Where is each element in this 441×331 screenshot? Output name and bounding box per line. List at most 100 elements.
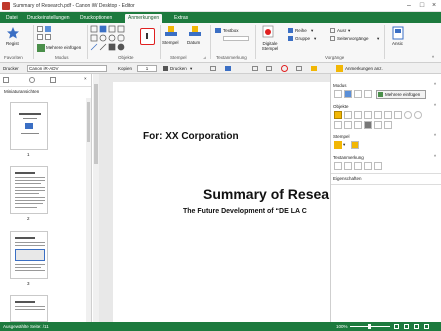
rp-text-annotation-icon[interactable] bbox=[334, 162, 342, 170]
select-mode-icon[interactable] bbox=[37, 26, 43, 32]
rp-line-tool-icon[interactable] bbox=[384, 111, 392, 119]
redo-icon[interactable] bbox=[266, 66, 272, 71]
panel-section-stempel: Stempel bbox=[333, 134, 350, 139]
highlighted-tool-button[interactable] bbox=[140, 28, 155, 45]
rp-text-tool-icon[interactable] bbox=[334, 111, 342, 119]
anmerkungen-anzeigen-button[interactable]: Anmerkungen anz. bbox=[345, 66, 383, 71]
save-icon[interactable] bbox=[225, 66, 231, 71]
rp-marker-tool-icon[interactable] bbox=[344, 121, 352, 129]
rp-circle-tool-icon[interactable] bbox=[414, 111, 422, 119]
maximize-button[interactable]: □ bbox=[416, 1, 428, 11]
two-page-icon[interactable] bbox=[424, 324, 429, 329]
rp-textbox-tool-icon[interactable] bbox=[364, 111, 372, 119]
comments-tab-icon[interactable] bbox=[29, 77, 35, 83]
close-button[interactable]: × bbox=[428, 1, 440, 11]
printer-select[interactable]: Canon iR-ADV bbox=[27, 65, 107, 72]
rp-polygon-tool-icon[interactable] bbox=[354, 121, 362, 129]
cut-icon[interactable] bbox=[281, 65, 288, 72]
rp-replace-text-icon[interactable] bbox=[374, 162, 382, 170]
rp-stamp-icon[interactable] bbox=[334, 141, 342, 149]
annotation-panel: Modus ^ Mehrere einfügen Objekte ^ Stemp… bbox=[330, 74, 441, 322]
reihe-icon bbox=[288, 28, 293, 33]
fit-page-icon[interactable] bbox=[394, 324, 399, 329]
text-style-select[interactable] bbox=[223, 36, 249, 41]
rp-fill-tool-icon[interactable] bbox=[364, 121, 372, 129]
hand-mode-icon[interactable] bbox=[45, 26, 51, 32]
rp-strikethrough-icon[interactable] bbox=[354, 162, 362, 170]
rp-text-select-icon[interactable] bbox=[354, 90, 362, 98]
rp-highlight-icon[interactable] bbox=[364, 162, 372, 170]
collapse-ribbon-icon[interactable]: ^ bbox=[432, 55, 434, 60]
rp-mehrere-einfuegen-button[interactable]: Mehrere einfügen bbox=[376, 90, 426, 99]
thumbnail-page-2[interactable] bbox=[10, 166, 48, 214]
rp-stamp-dropdown-icon[interactable]: ▾ bbox=[343, 142, 345, 148]
seitenvorgaenge-dropdown-icon[interactable]: ▾ bbox=[377, 36, 379, 42]
digitale-stempel-button[interactable] bbox=[261, 25, 275, 39]
copies-input[interactable]: 1 bbox=[137, 65, 157, 72]
datum-button[interactable]: Datum bbox=[187, 25, 202, 45]
rp-date-stamp-icon[interactable] bbox=[351, 141, 359, 149]
text-select-icon[interactable] bbox=[37, 34, 43, 40]
paste-icon[interactable] bbox=[311, 66, 317, 71]
annotation-select-icon[interactable] bbox=[45, 34, 51, 40]
close-panel-icon[interactable]: × bbox=[84, 76, 87, 81]
thumbnail-page-4[interactable] bbox=[10, 295, 48, 322]
fit-width-icon[interactable] bbox=[404, 324, 409, 329]
seitenvorgaenge-button[interactable]: Seitenvorgänge bbox=[337, 36, 369, 41]
group-label-stempel: Stempel bbox=[170, 55, 187, 60]
collapse-textanmerkung-icon[interactable]: ^ bbox=[434, 154, 436, 159]
panel-divider bbox=[0, 86, 91, 87]
rp-note-tool-icon[interactable] bbox=[344, 111, 352, 119]
drucken-button[interactable]: Drucken bbox=[170, 66, 187, 71]
rp-select-mode-icon[interactable] bbox=[334, 90, 342, 98]
ausr-button[interactable]: Ausr bbox=[337, 28, 346, 33]
rp-ellipse-tool-icon[interactable] bbox=[404, 111, 412, 119]
tab-anmerkungen[interactable]: Anmerkungen bbox=[125, 14, 163, 23]
collapse-stempel-icon[interactable]: ^ bbox=[434, 133, 436, 138]
thumbnail-page-1[interactable] bbox=[10, 102, 48, 150]
undo-icon[interactable] bbox=[252, 66, 258, 71]
rp-font-tool-icon[interactable] bbox=[354, 111, 362, 119]
collapse-objekte-icon[interactable]: ^ bbox=[434, 103, 436, 108]
minimize-button[interactable]: – bbox=[403, 1, 415, 11]
single-page-icon[interactable] bbox=[414, 324, 419, 329]
reihe-button[interactable]: Reihe bbox=[295, 28, 307, 33]
document-scrollbar-thumb[interactable] bbox=[94, 84, 98, 164]
thumbnail-scrollbar-thumb[interactable] bbox=[87, 102, 90, 142]
rp-eraser-tool-icon[interactable] bbox=[374, 121, 382, 129]
thumbnail-page-3[interactable] bbox=[10, 231, 48, 279]
rp-callout-tool-icon[interactable] bbox=[374, 111, 382, 119]
tab-extras[interactable]: Extras bbox=[171, 14, 191, 23]
tab-druckeinstellungen[interactable]: Druckeinstellungen bbox=[24, 14, 73, 23]
collapse-modus-icon[interactable]: ^ bbox=[434, 82, 436, 87]
thumbnail-page-number: 2 bbox=[27, 216, 30, 221]
gruppe-dropdown-icon[interactable]: ▾ bbox=[314, 36, 316, 42]
rp-annotation-select-icon[interactable] bbox=[364, 90, 372, 98]
thumbnails-tab-icon[interactable] bbox=[3, 77, 9, 83]
bookmarks-tab-icon[interactable] bbox=[50, 77, 56, 83]
reihe-dropdown-icon[interactable]: ▾ bbox=[311, 28, 313, 34]
thumbnail-scrollbar[interactable] bbox=[86, 98, 91, 322]
rp-hand-mode-icon[interactable] bbox=[344, 90, 352, 98]
dialog-launcher-icon[interactable]: ⊿ bbox=[203, 55, 206, 60]
rp-link-tool-icon[interactable] bbox=[384, 121, 392, 129]
stempel-button[interactable]: Stempel bbox=[162, 25, 179, 45]
tab-druckoptionen[interactable]: Druckoptionen bbox=[77, 14, 115, 23]
copy-icon[interactable] bbox=[296, 66, 302, 71]
textbox-button[interactable]: Textbox bbox=[223, 28, 239, 33]
document-page[interactable]: For: XX Corporation Summary of Resea The… bbox=[113, 82, 330, 322]
app-icon bbox=[2, 2, 10, 10]
rp-pen-tool-icon[interactable] bbox=[334, 121, 342, 129]
rp-rectangle-tool-icon[interactable] bbox=[394, 111, 402, 119]
open-icon[interactable] bbox=[210, 66, 216, 71]
ansicht-button[interactable]: Ansic bbox=[392, 26, 404, 46]
ausr-dropdown-icon[interactable]: ▾ bbox=[348, 28, 350, 34]
gruppe-button[interactable]: Gruppe bbox=[295, 36, 310, 41]
register-button[interactable]: Regist bbox=[6, 26, 20, 46]
document-vertical-scrollbar[interactable] bbox=[93, 74, 99, 322]
zoom-slider-thumb[interactable] bbox=[368, 324, 371, 329]
drucken-dropdown-icon[interactable]: ▾ bbox=[190, 66, 192, 72]
tab-datei[interactable]: Datei bbox=[3, 14, 21, 23]
mehrere-einfuegen-button[interactable]: Mehrere einfügen bbox=[46, 45, 81, 50]
rp-underline-icon[interactable] bbox=[344, 162, 352, 170]
